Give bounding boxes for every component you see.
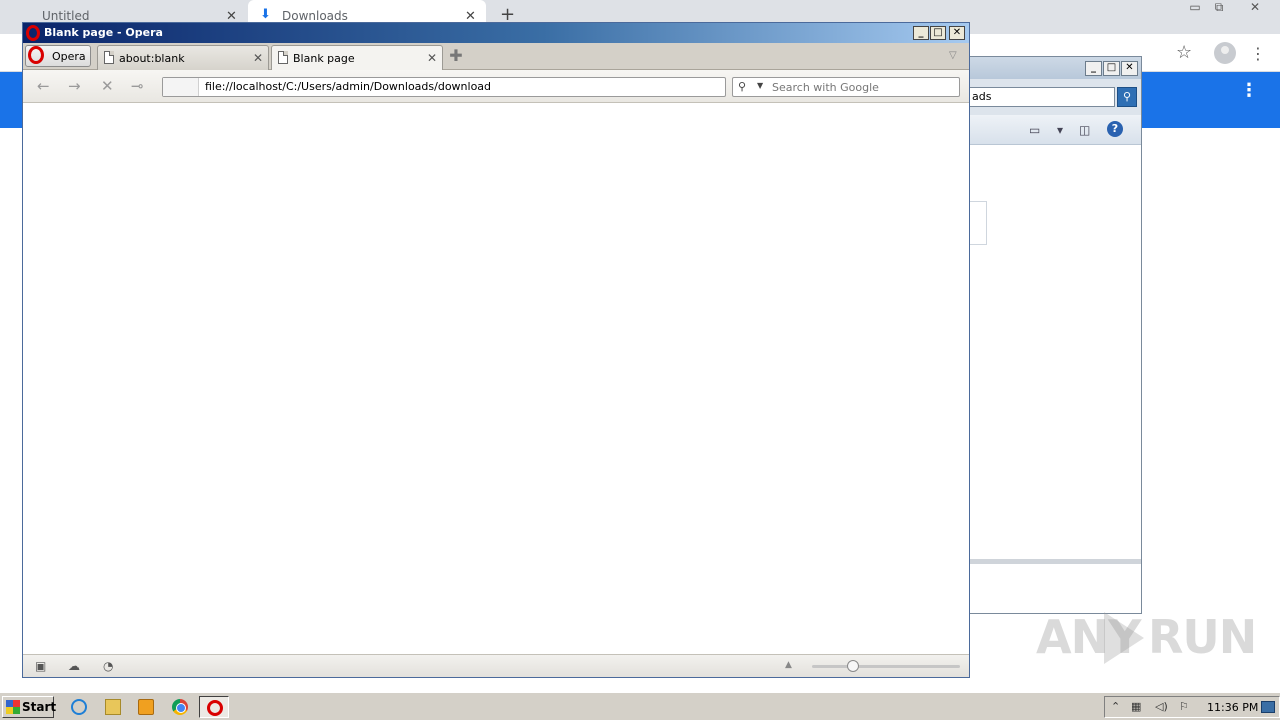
anyrun-watermark: ANY RUN xyxy=(1036,610,1257,670)
explorer-search-input[interactable]: ads xyxy=(969,87,1115,107)
stop-icon[interactable]: ✕ xyxy=(101,77,114,95)
explorer-titlebar: _ □ ✕ xyxy=(967,57,1141,79)
play-icon xyxy=(1104,612,1144,664)
help-icon[interactable]: ? xyxy=(1107,121,1123,137)
search-placeholder: Search with Google xyxy=(772,81,879,94)
windows-logo-icon xyxy=(6,700,20,714)
close-button[interactable]: ✕ xyxy=(949,26,965,40)
maximize-button[interactable]: □ xyxy=(1103,61,1120,76)
tab-blank-page[interactable]: Blank page ✕ xyxy=(271,45,443,71)
opera-navigation-bar: ← → ✕ ⊸ file://localhost/C:/Users/admin/… xyxy=(23,70,969,103)
show-hidden-icons[interactable]: ⌃ xyxy=(1111,700,1120,713)
address-field[interactable]: file://localhost/C:/Users/admin/Download… xyxy=(162,77,726,97)
tab-menu-icon[interactable]: ▽ xyxy=(949,50,957,61)
preview-pane-icon[interactable]: ◫ xyxy=(1079,123,1090,137)
opera-logo-icon xyxy=(26,25,40,41)
tab-label: Blank page xyxy=(293,52,355,65)
close-icon[interactable]: ✕ xyxy=(253,51,263,65)
address-text: file://localhost/C:/Users/admin/Download… xyxy=(205,80,492,93)
taskbar-opera[interactable] xyxy=(199,696,229,718)
internet-explorer-icon xyxy=(71,699,87,715)
window-title: Blank page - Opera xyxy=(44,26,163,39)
close-button[interactable]: ✕ xyxy=(1121,61,1138,76)
more-options-icon[interactable]: ⋮ xyxy=(1240,82,1258,100)
details-pane xyxy=(967,564,1141,613)
forward-icon[interactable]: → xyxy=(68,77,81,95)
minimize-button[interactable]: _ xyxy=(1085,61,1102,76)
chevron-down-icon[interactable]: ▼ xyxy=(757,81,763,90)
cloud-icon[interactable]: ☁ xyxy=(68,659,80,673)
back-icon[interactable]: ← xyxy=(37,77,50,95)
start-button[interactable]: Start xyxy=(2,696,57,718)
taskbar-chrome[interactable] xyxy=(165,696,195,718)
explorer-file-list xyxy=(967,145,1141,559)
taskbar-media-player[interactable] xyxy=(131,696,161,718)
minimize-button[interactable]: ▭ xyxy=(1184,0,1206,16)
opera-logo-icon xyxy=(207,700,223,716)
speed-dial-icon[interactable]: ◔ xyxy=(103,659,113,673)
zoom-up-icon[interactable]: ▲ xyxy=(785,660,792,670)
chevron-down-icon[interactable]: ▾ xyxy=(1057,123,1063,137)
restore-button[interactable]: ⧉ xyxy=(1208,0,1230,16)
show-desktop-icon[interactable] xyxy=(1261,701,1275,713)
system-tray: ⌃ ▦ ◁) ⚐ 11:36 PM xyxy=(1104,696,1280,718)
zoom-slider[interactable] xyxy=(812,665,960,668)
folder-icon xyxy=(105,699,121,715)
watermark-text: RUN xyxy=(1148,610,1257,664)
opera-menu-label: Opera xyxy=(52,50,86,63)
new-tab-button[interactable]: ✚ xyxy=(447,47,465,65)
volume-icon[interactable]: ◁) xyxy=(1155,700,1168,713)
clock[interactable]: 11:36 PM xyxy=(1207,701,1258,714)
zoom-slider-thumb[interactable] xyxy=(847,660,860,672)
key-icon[interactable]: ⊸ xyxy=(131,77,144,95)
change-view-icon[interactable]: ▭ xyxy=(1029,123,1040,137)
tab-about-blank[interactable]: about:blank ✕ xyxy=(97,45,269,70)
minimize-button[interactable]: _ xyxy=(913,26,929,40)
search-icon[interactable]: ⚲ xyxy=(1117,87,1137,107)
close-button[interactable]: ✕ xyxy=(1244,0,1266,16)
maximize-button[interactable]: □ xyxy=(930,26,946,40)
start-label: Start xyxy=(22,700,57,714)
profile-avatar-icon[interactable] xyxy=(1214,42,1236,64)
page-viewport[interactable] xyxy=(23,103,969,655)
taskbar-internet-explorer[interactable] xyxy=(64,696,94,718)
page-icon xyxy=(278,51,288,64)
network-icon[interactable]: ▦ xyxy=(1131,700,1141,713)
search-input[interactable]: ⚲ ▼ Search with Google xyxy=(732,77,960,97)
media-player-icon xyxy=(138,699,154,715)
page-icon xyxy=(104,51,114,64)
file-item[interactable] xyxy=(967,201,987,245)
chrome-icon xyxy=(172,699,188,715)
close-icon[interactable]: ✕ xyxy=(427,51,437,65)
action-center-flag-icon[interactable]: ⚐ xyxy=(1179,700,1189,713)
explorer-window: _ □ ✕ ads ⚲ ▭ ▾ ◫ ? xyxy=(966,56,1142,614)
opera-titlebar: Blank page - Opera _ □ ✕ xyxy=(23,23,969,43)
tab-label: about:blank xyxy=(119,52,185,65)
opera-status-bar: ▣ ☁ ◔ ▲ xyxy=(23,655,969,677)
search-icon: ⚲ xyxy=(738,80,747,93)
opera-window: Blank page - Opera _ □ ✕ Opera about:bla… xyxy=(22,22,970,678)
opera-tab-bar: Opera about:blank ✕ Blank page ✕ ✚ ▽ xyxy=(23,43,969,71)
chrome-menu-icon[interactable]: ⋮ xyxy=(1250,44,1266,63)
opera-logo-icon xyxy=(28,46,44,64)
taskbar: Start ⌃ ▦ ◁) ⚐ 11:36 PM xyxy=(0,692,1280,720)
site-info-badge[interactable] xyxy=(163,78,199,96)
panel-toggle-icon[interactable]: ▣ xyxy=(35,659,46,673)
bookmark-star-icon[interactable]: ☆ xyxy=(1176,42,1192,63)
taskbar-file-explorer[interactable] xyxy=(98,696,128,718)
opera-menu-button[interactable]: Opera xyxy=(25,45,91,67)
